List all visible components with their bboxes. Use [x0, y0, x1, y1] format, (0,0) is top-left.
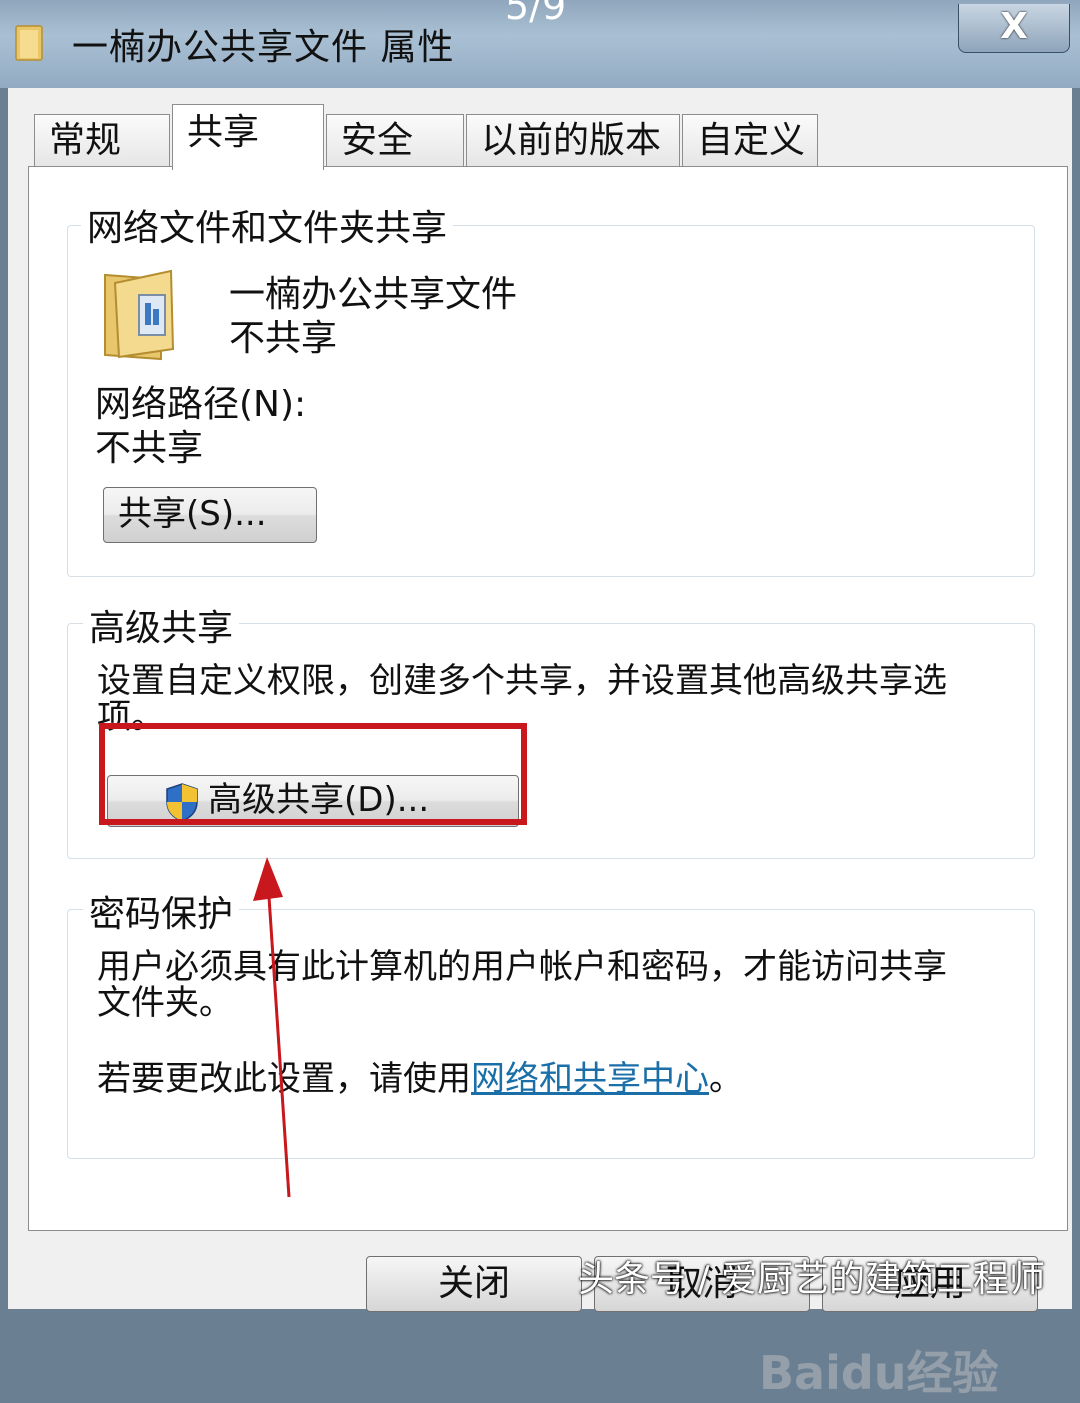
change-setting-text: 若要更改此设置，请使用网络和共享中心。	[97, 1051, 743, 1100]
tab-previous-versions[interactable]: 以前的版本	[466, 114, 680, 166]
folder-share-status: 不共享	[229, 318, 338, 359]
password-protection-title: 密码保护	[83, 885, 240, 937]
network-path-value: 不共享	[95, 428, 204, 469]
page-counter: 5/9	[505, 0, 567, 28]
sharing-panel: 网络文件和文件夹共享 一楠办公共享文件 不共享 网络路径(N): 不共享 共享(…	[28, 166, 1068, 1400]
folder-icon	[15, 25, 43, 61]
close-icon: X	[1000, 6, 1028, 47]
highlight-box	[99, 723, 527, 825]
tab-customize[interactable]: 自定义	[682, 114, 818, 166]
baidu-watermark: Baidu经验	[759, 1346, 999, 1400]
close-button[interactable]: 关闭	[366, 1256, 582, 1312]
network-sharing-center-link[interactable]: 网络和共享中心	[471, 1059, 709, 1099]
window-title: 一楠办公共享文件 属性	[72, 27, 455, 68]
network-sharing-title: 网络文件和文件夹共享	[81, 199, 454, 251]
properties-dialog: 常规 共享 安全 以前的版本 自定义 网络文件和文件夹共享 一楠办公共享文件 不…	[8, 88, 1072, 1400]
change-setting-suffix: 。	[709, 1059, 743, 1099]
tab-sharing[interactable]: 共享	[172, 104, 324, 170]
title-bar[interactable]: 一楠办公共享文件 属性 5/9 X	[0, 0, 1080, 88]
toutiao-watermark: 头条号 / 爱厨艺的建筑工程师	[578, 1259, 1046, 1300]
tab-general[interactable]: 常规	[34, 114, 170, 166]
advanced-sharing-title: 高级共享	[83, 599, 240, 651]
close-window-button[interactable]: X	[958, 4, 1070, 53]
advanced-sharing-description-1: 设置自定义权限，创建多个共享，并设置其他高级共享选	[97, 661, 947, 701]
tab-security[interactable]: 安全	[326, 114, 464, 166]
share-button[interactable]: 共享(S)...	[103, 487, 317, 543]
annotation-arrow	[253, 857, 291, 1198]
password-description-2: 文件夹。	[97, 983, 233, 1023]
shared-folder-icon	[104, 269, 175, 361]
